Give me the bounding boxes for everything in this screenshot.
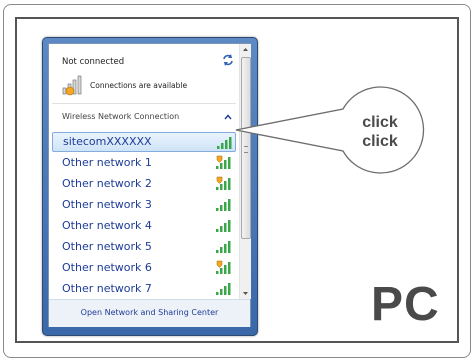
refresh-icon[interactable] <box>221 53 235 67</box>
callout-line-2: click <box>362 133 398 150</box>
network-name: Other network 2 <box>62 177 152 190</box>
network-bars-warning-icon <box>62 75 82 96</box>
network-item[interactable]: sitecomXXXXXX <box>52 132 236 152</box>
network-item[interactable]: Other network 5 <box>52 237 236 257</box>
network-popup: Not connected Connections are available … <box>42 37 258 336</box>
network-item[interactable]: Other network 2 <box>52 174 236 194</box>
callout-line-1: click <box>362 114 398 131</box>
scrollbar-thumb[interactable] <box>241 57 251 239</box>
signal-strength-icon <box>217 137 232 149</box>
network-item[interactable]: Other network 4 <box>52 216 236 236</box>
network-item[interactable]: Other network 3 <box>52 195 236 215</box>
network-name: Other network 3 <box>62 198 152 211</box>
divider <box>52 103 236 104</box>
secured-signal-icon <box>216 155 231 169</box>
signal-strength-icon <box>216 241 231 253</box>
network-name: Other network 6 <box>62 261 152 274</box>
network-item[interactable]: Other network 6 <box>52 258 236 278</box>
network-item[interactable]: Other network 7 <box>52 279 236 299</box>
scrollbar-grip <box>244 146 248 153</box>
network-name: Other network 1 <box>62 156 152 169</box>
footer: Open Network and Sharing Center <box>49 299 250 327</box>
open-network-sharing-center-link[interactable]: Open Network and Sharing Center <box>49 308 250 317</box>
connections-available-label: Connections are available <box>90 81 188 90</box>
scroll-down-arrow-icon[interactable] <box>240 287 251 299</box>
pc-label: PC <box>371 278 440 331</box>
network-name: sitecomXXXXXX <box>63 135 152 148</box>
scroll-up-arrow-icon[interactable] <box>240 44 251 56</box>
signal-strength-icon <box>216 283 231 295</box>
scrollbar[interactable] <box>239 44 251 299</box>
network-item[interactable]: Other network 1 <box>52 153 236 173</box>
network-panel: Not connected Connections are available … <box>48 43 251 327</box>
network-name: Other network 4 <box>62 219 152 232</box>
connection-status: Not connected <box>62 57 125 67</box>
network-list-content: Not connected Connections are available … <box>49 44 238 299</box>
network-name: Other network 7 <box>62 282 152 295</box>
signal-strength-icon <box>216 220 231 232</box>
callout-text: click click <box>348 113 412 151</box>
secured-signal-icon <box>216 176 231 190</box>
secured-signal-icon <box>216 260 231 274</box>
chevron-up-icon[interactable] <box>224 114 232 120</box>
network-name: Other network 5 <box>62 240 152 253</box>
signal-strength-icon <box>216 199 231 211</box>
wireless-section-header: Wireless Network Connection <box>62 112 180 121</box>
